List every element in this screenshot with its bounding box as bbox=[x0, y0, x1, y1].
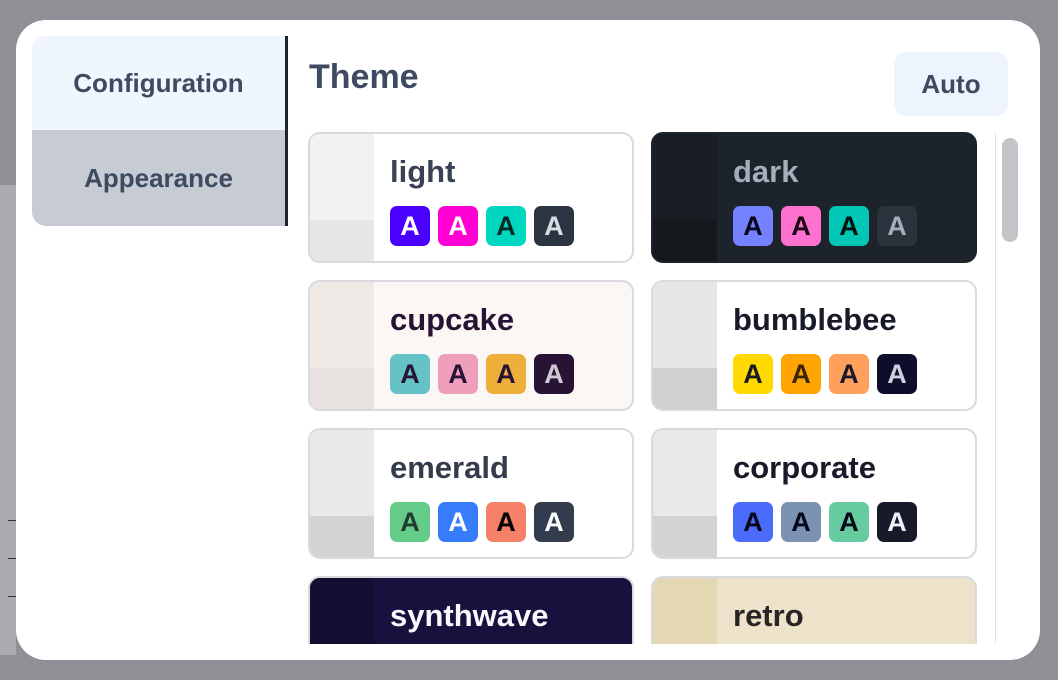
auto-theme-button[interactable]: Auto bbox=[894, 52, 1008, 116]
section-title: Theme bbox=[309, 58, 419, 96]
scrollbar-thumb[interactable] bbox=[1002, 138, 1018, 242]
color-chip-primary: A bbox=[733, 206, 773, 246]
color-chip-accent: A bbox=[829, 206, 869, 246]
theme-card-retro[interactable]: retroAAAA bbox=[651, 576, 977, 644]
swatch-base-200 bbox=[310, 578, 374, 644]
color-chip-secondary: A bbox=[781, 502, 821, 542]
color-chip-neutral: A bbox=[877, 206, 917, 246]
color-chip-secondary: A bbox=[438, 502, 478, 542]
theme-color-chips: AAAA bbox=[733, 502, 917, 542]
theme-card-synthwave[interactable]: synthwaveAAAA bbox=[308, 576, 634, 644]
swatch-base-200 bbox=[310, 282, 374, 368]
color-chip-neutral: A bbox=[877, 502, 917, 542]
theme-card-cupcake[interactable]: cupcake A A A A bbox=[308, 280, 634, 411]
theme-color-chips: AAAA bbox=[390, 206, 574, 246]
theme-card-dark[interactable]: dark A A A A bbox=[651, 132, 977, 263]
theme-color-chips: AAAA bbox=[390, 354, 574, 394]
color-chip-secondary: A bbox=[438, 206, 478, 246]
theme-name: emerald bbox=[390, 450, 509, 485]
theme-color-chips: AAAA bbox=[390, 502, 574, 542]
theme-card-light[interactable]: light A A A A bbox=[308, 132, 634, 263]
theme-card-bumblebee[interactable]: bumblebee A A A A bbox=[651, 280, 977, 411]
background-divider bbox=[8, 520, 16, 521]
color-chip-neutral: A bbox=[534, 502, 574, 542]
color-chip-primary: A bbox=[390, 502, 430, 542]
theme-settings-modal: Configuration Appearance Theme Auto ligh… bbox=[16, 20, 1040, 660]
color-chip-accent: A bbox=[486, 354, 526, 394]
background-app-edge bbox=[0, 185, 16, 655]
swatch-base-300 bbox=[310, 516, 374, 557]
swatch-base-200 bbox=[653, 430, 717, 516]
color-chip-neutral: A bbox=[534, 206, 574, 246]
theme-color-chips: AAAA bbox=[733, 354, 917, 394]
tab-configuration[interactable]: Configuration bbox=[32, 36, 285, 130]
background-divider bbox=[8, 558, 16, 559]
theme-name: synthwave bbox=[390, 598, 549, 633]
color-chip-accent: A bbox=[486, 206, 526, 246]
theme-name: corporate bbox=[733, 450, 876, 485]
tab-appearance[interactable]: Appearance bbox=[32, 130, 285, 226]
swatch-base-300 bbox=[653, 220, 717, 261]
swatch-base-200 bbox=[653, 134, 717, 220]
color-chip-primary: A bbox=[390, 354, 430, 394]
theme-swatch bbox=[653, 430, 717, 557]
color-chip-primary: A bbox=[733, 502, 773, 542]
theme-swatch bbox=[653, 134, 717, 261]
swatch-base-300 bbox=[310, 368, 374, 409]
background-divider bbox=[8, 596, 16, 597]
theme-swatch bbox=[310, 578, 374, 644]
color-chip-neutral: A bbox=[534, 354, 574, 394]
theme-swatch bbox=[310, 134, 374, 261]
theme-swatch bbox=[310, 282, 374, 409]
swatch-base-200 bbox=[653, 578, 717, 644]
theme-name: retro bbox=[733, 598, 804, 633]
swatch-base-300 bbox=[310, 220, 374, 261]
settings-tabs: Configuration Appearance bbox=[32, 36, 288, 226]
color-chip-accent: A bbox=[486, 502, 526, 542]
color-chip-secondary: A bbox=[781, 354, 821, 394]
color-chip-secondary: A bbox=[438, 354, 478, 394]
theme-grid: light A A A Adark A A A Acupcake A A A Abumblebee A A A… bbox=[308, 132, 998, 644]
color-chip-secondary: A bbox=[781, 206, 821, 246]
theme-swatch bbox=[653, 282, 717, 409]
color-chip-primary: A bbox=[390, 206, 430, 246]
color-chip-accent: A bbox=[829, 502, 869, 542]
color-chip-accent: A bbox=[829, 354, 869, 394]
theme-color-chips: AAAA bbox=[733, 206, 917, 246]
theme-card-corporate[interactable]: corporate A A A A bbox=[651, 428, 977, 559]
theme-name: bumblebee bbox=[733, 302, 897, 337]
theme-grid-scrollbar[interactable] bbox=[995, 132, 1021, 644]
swatch-base-300 bbox=[653, 368, 717, 409]
theme-card-emerald[interactable]: emerald A A A A bbox=[308, 428, 634, 559]
swatch-base-200 bbox=[653, 282, 717, 368]
theme-swatch bbox=[653, 578, 717, 644]
color-chip-primary: A bbox=[733, 354, 773, 394]
color-chip-neutral: A bbox=[877, 354, 917, 394]
theme-name: light bbox=[390, 154, 456, 189]
theme-swatch bbox=[310, 430, 374, 557]
theme-name: cupcake bbox=[390, 302, 515, 337]
swatch-base-300 bbox=[653, 516, 717, 557]
swatch-base-200 bbox=[310, 134, 374, 220]
theme-name: dark bbox=[733, 154, 799, 189]
swatch-base-200 bbox=[310, 430, 374, 516]
